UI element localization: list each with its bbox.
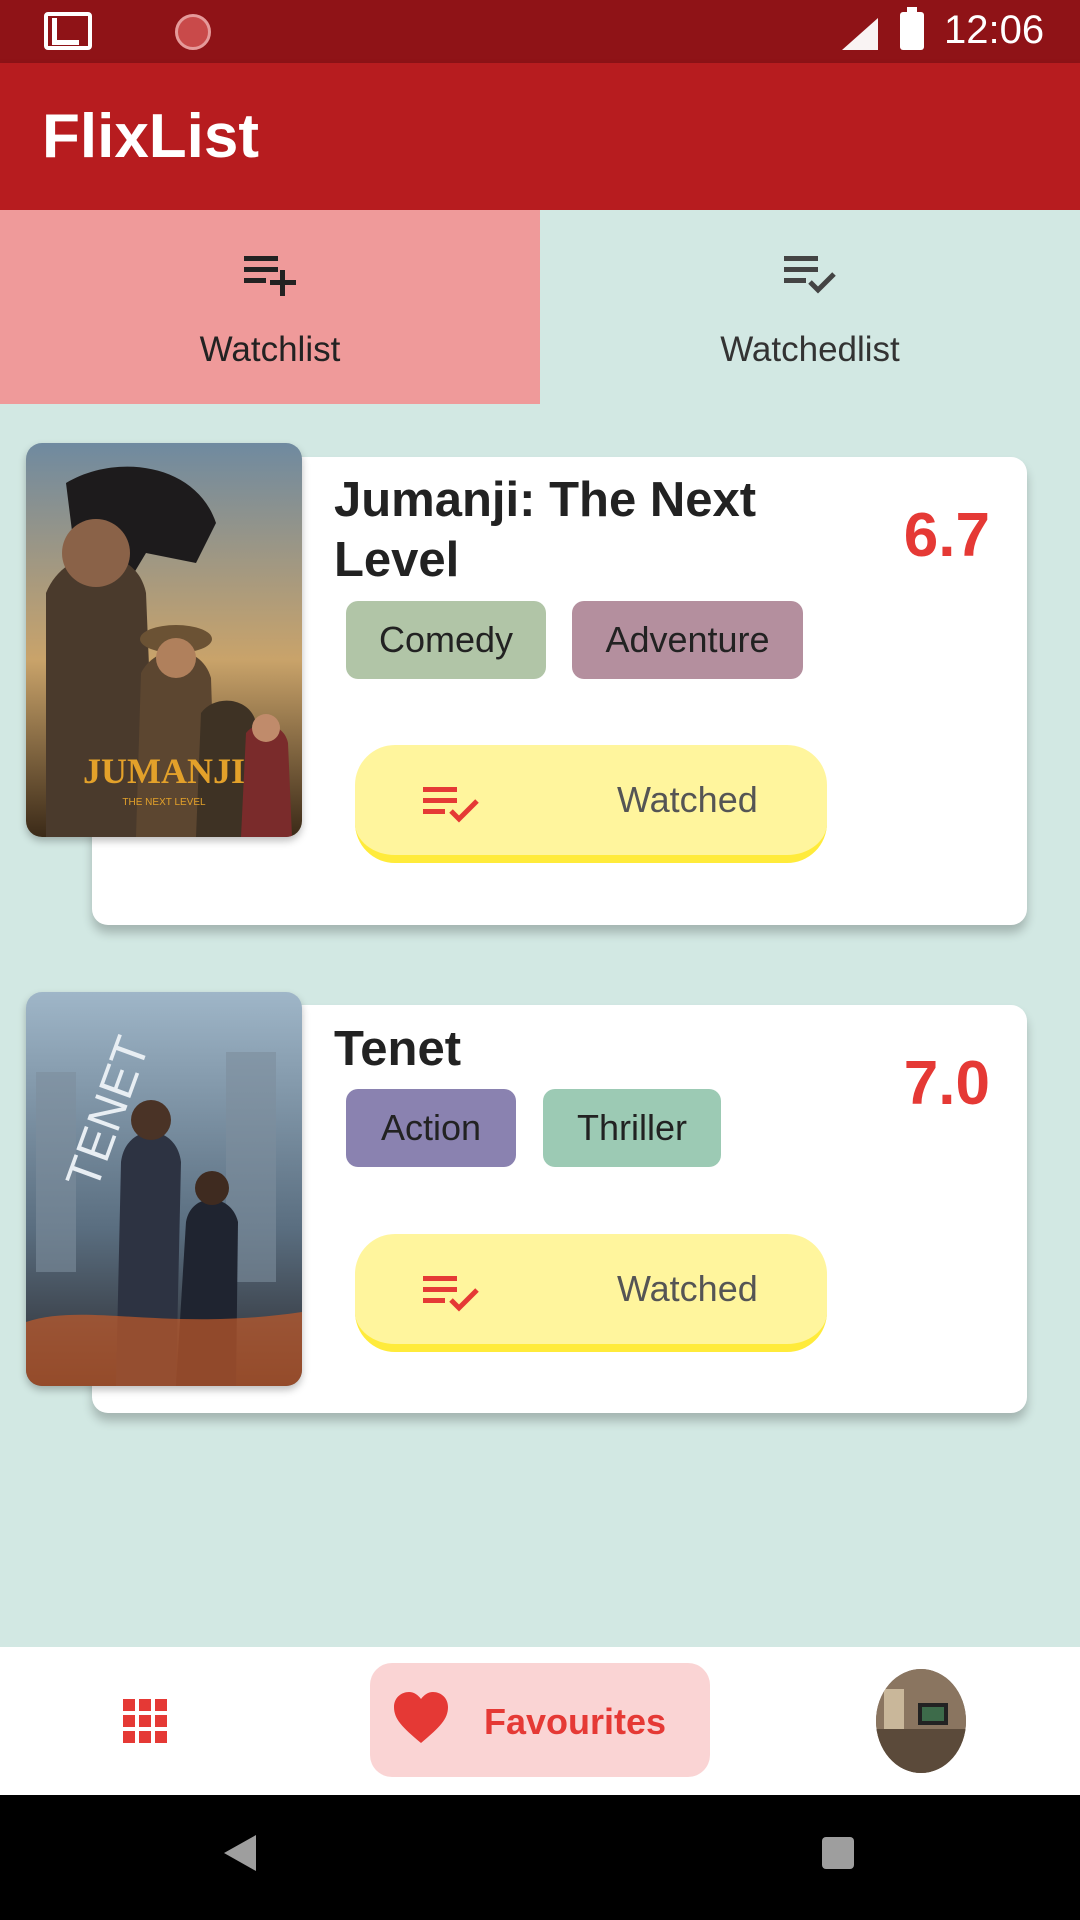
app-title: FlixList xyxy=(42,102,260,171)
movie-title: Jumanji: The Next Level xyxy=(334,473,757,587)
avatar-image xyxy=(876,1669,966,1773)
genre-chip: Adventure xyxy=(572,601,803,679)
gmail-icon xyxy=(44,12,92,50)
system-navigation-bar xyxy=(0,1795,1080,1920)
status-time: 12:06 xyxy=(944,8,1045,52)
bottom-navigation: Favourites xyxy=(0,1647,1080,1795)
genre-chip: Comedy xyxy=(346,601,546,679)
movie-poster-tenet[interactable]: TENET xyxy=(26,992,302,1386)
watched-button[interactable]: Watched xyxy=(355,745,827,863)
battery-icon xyxy=(900,7,924,50)
playlist-check-icon xyxy=(784,256,836,294)
playlist-check-icon xyxy=(423,787,479,823)
profile-avatar[interactable] xyxy=(876,1669,966,1773)
genre-chip: Action xyxy=(346,1089,516,1167)
movie-rating: 7.0 xyxy=(903,1049,990,1118)
movie-poster-jumanji[interactable]: JUMANJI THE NEXT LEVEL xyxy=(26,443,302,837)
svg-text:THE NEXT LEVEL: THE NEXT LEVEL xyxy=(122,797,206,808)
watched-button-label: Watched xyxy=(617,1268,758,1309)
playlist-add-icon xyxy=(244,256,296,296)
movie-title: Tenet xyxy=(334,1022,462,1076)
favourites-button[interactable]: Favourites xyxy=(370,1663,710,1777)
watched-button[interactable]: Watched xyxy=(355,1234,827,1352)
tenet-poster-image: TENET xyxy=(26,992,302,1386)
favourites-label: Favourites xyxy=(484,1701,667,1742)
status-bar: 12:06 xyxy=(0,0,1080,63)
back-icon[interactable] xyxy=(224,1835,256,1871)
svg-text:JUMANJI: JUMANJI xyxy=(83,751,245,791)
jumanji-poster-image: JUMANJI THE NEXT LEVEL xyxy=(26,443,302,837)
tab-watchedlist[interactable]: Watchedlist xyxy=(540,210,1080,404)
recent-apps-icon[interactable] xyxy=(822,1837,854,1869)
tab-bar: Watchlist Watchedlist xyxy=(0,210,1080,404)
tab-watchlist[interactable]: Watchlist xyxy=(0,210,540,404)
tab-label-watchedlist: Watchedlist xyxy=(720,330,900,369)
genre-chip: Thriller xyxy=(543,1089,721,1167)
app-bar: FlixList xyxy=(0,63,1080,210)
watched-button-label: Watched xyxy=(617,779,758,820)
grid-icon[interactable] xyxy=(123,1699,167,1743)
tab-label-watchlist: Watchlist xyxy=(199,330,341,369)
heart-icon xyxy=(394,1692,448,1743)
signal-icon xyxy=(842,18,878,50)
sync-icon xyxy=(175,14,211,50)
movie-rating: 6.7 xyxy=(903,501,990,570)
playlist-check-icon xyxy=(423,1276,479,1312)
